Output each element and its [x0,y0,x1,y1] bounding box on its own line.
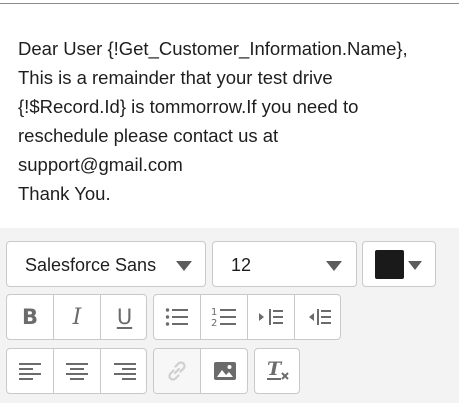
align-center-button[interactable] [54,349,101,393]
clear-formatting-icon: T [267,359,289,380]
bold-button[interactable]: B [7,295,54,339]
align-left-icon [19,363,41,380]
align-center-icon [66,363,88,380]
numbered-list-button[interactable]: 1 2 [201,295,248,339]
font-family-select[interactable]: Salesforce Sans [6,241,206,287]
editor-line: Dear User {!Get_Customer_Information.Nam… [18,38,408,59]
bullet-list-button[interactable] [154,295,201,339]
rich-text-editor-body[interactable]: Dear User {!Get_Customer_Information.Nam… [0,4,459,228]
insert-group [153,348,248,394]
outdent-icon [308,309,331,325]
italic-button[interactable]: I [54,295,101,339]
editor-line: reschedule please contact us at [18,125,279,146]
alignment-group [6,348,147,394]
align-right-icon [113,363,136,380]
image-button[interactable] [201,349,247,393]
font-size-select[interactable]: 12 [212,241,357,287]
chevron-down-icon [408,261,422,270]
link-button[interactable] [154,349,201,393]
align-right-button[interactable] [101,349,146,393]
indent-icon [259,309,283,325]
chevron-down-icon [176,261,192,271]
editor-line: This is a remainder that your test drive [18,67,333,88]
clear-format-group: T [254,348,300,394]
editor-content[interactable]: Dear User {!Get_Customer_Information.Nam… [18,34,448,208]
text-color-picker[interactable] [362,241,436,287]
list-format-group: 1 2 [153,294,341,340]
bold-icon: B [21,305,38,329]
numbered-list-numeral: 2 [211,318,217,328]
clear-formatting-glyph: T [267,359,283,380]
underline-icon: U [116,305,133,329]
italic-icon: I [72,304,82,330]
text-format-group: B I U [6,294,147,340]
chevron-down-icon [326,261,342,271]
font-family-value: Salesforce Sans [25,255,157,275]
editor-line: {!$Record.Id} is tommorrow.If you need t… [18,96,359,117]
indent-button[interactable] [248,295,295,339]
numbered-list-numeral: 1 [211,307,217,318]
image-icon [213,362,236,380]
outdent-button[interactable] [295,295,340,339]
clear-formatting-button[interactable]: T [255,349,299,393]
font-size-value: 12 [231,255,252,275]
numbered-list-icon: 1 2 [211,307,236,328]
link-icon [168,361,186,381]
bullet-list-icon [165,308,188,326]
underline-button[interactable]: U [101,295,146,339]
editor-line: Thank You. [18,183,111,204]
color-swatch [375,250,404,279]
align-left-button[interactable] [7,349,54,393]
editor-line: support@gmail.com [18,154,183,175]
